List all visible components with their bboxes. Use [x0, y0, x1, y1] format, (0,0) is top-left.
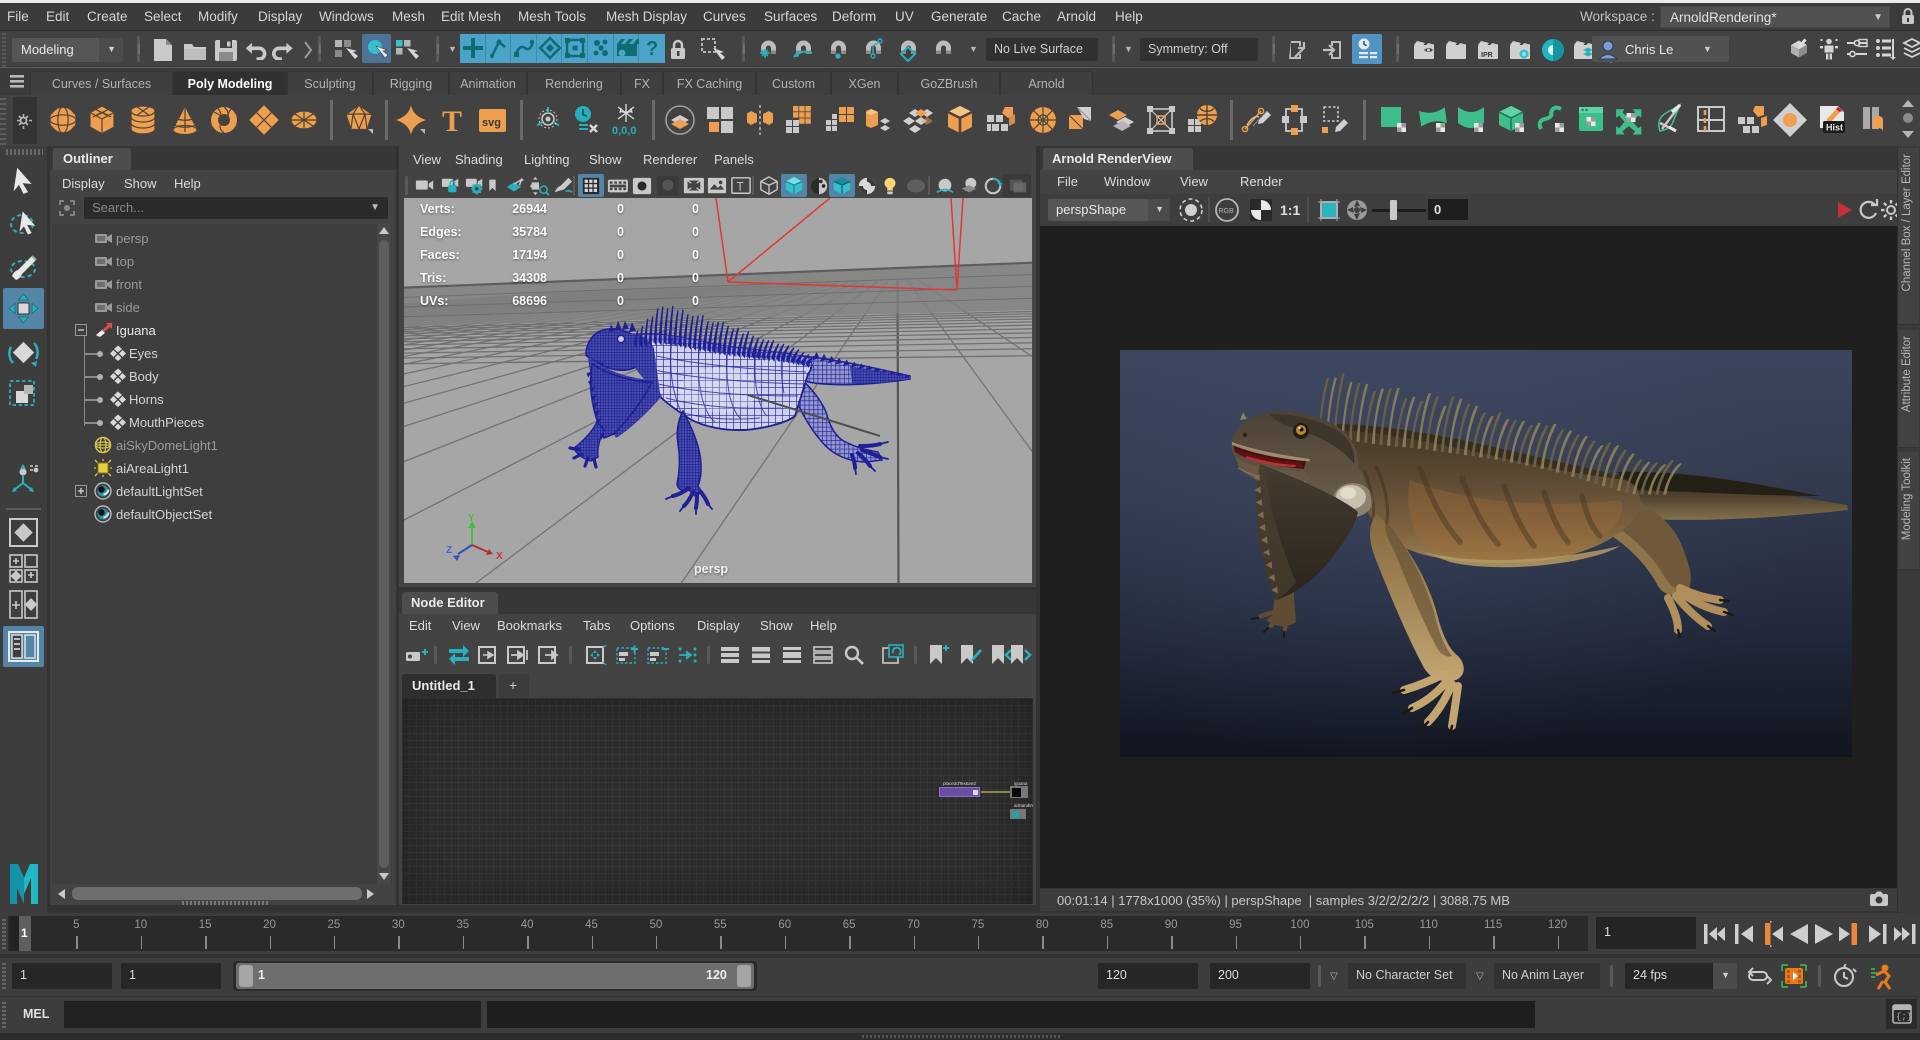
svg-text:Hist: Hist	[1826, 123, 1843, 133]
svg-text:X: X	[496, 551, 503, 562]
svg-text:0,0,0: 0,0,0	[612, 125, 636, 137]
svg-text:T: T	[442, 105, 462, 137]
svg-text:Z: Z	[446, 545, 452, 556]
svg-text:IPR: IPR	[1481, 52, 1493, 59]
svg-text:svg: svg	[482, 117, 501, 129]
svg-text:?: ?	[646, 38, 658, 60]
svg-text:T: T	[736, 180, 743, 194]
svg-text:RGB: RGB	[1219, 208, 1235, 215]
svg-text:Y: Y	[468, 513, 475, 524]
svg-text:{;}: {;}	[1896, 1012, 1912, 1022]
